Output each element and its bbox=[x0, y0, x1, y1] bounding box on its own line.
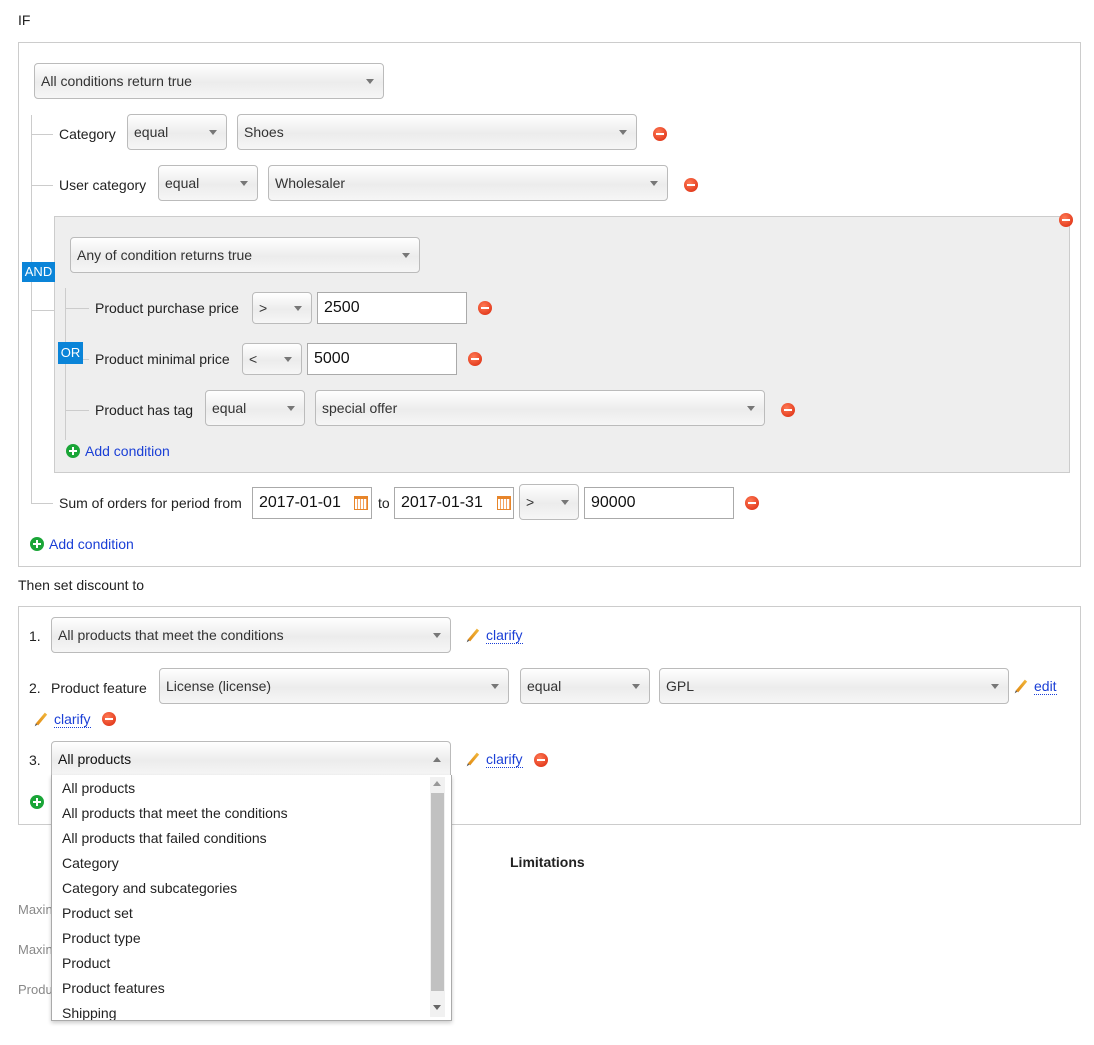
if-label: IF bbox=[18, 12, 31, 28]
or-badge: OR bbox=[58, 342, 83, 364]
add-icon[interactable] bbox=[66, 444, 80, 458]
remove-group-icon[interactable] bbox=[1059, 213, 1073, 227]
user-category-operator-select[interactable]: equal bbox=[158, 165, 258, 201]
feature-value-select[interactable]: GPL bbox=[659, 668, 1009, 704]
option-meet-conditions[interactable]: All products that meet the conditions bbox=[62, 805, 288, 821]
has-tag-label: Product has tag bbox=[95, 402, 194, 418]
tree-branch bbox=[31, 134, 53, 135]
root-mode-select[interactable]: All conditions return true bbox=[34, 63, 384, 99]
option-product[interactable]: Product bbox=[62, 955, 110, 971]
group-tree-line bbox=[65, 288, 66, 440]
add-icon[interactable] bbox=[30, 795, 44, 809]
remove-icon[interactable] bbox=[468, 352, 482, 366]
clarify-link[interactable]: clarify bbox=[54, 711, 91, 728]
scrollbar[interactable] bbox=[430, 777, 445, 1017]
category-value-select[interactable]: Shoes bbox=[237, 114, 637, 150]
clarify-link[interactable]: clarify bbox=[486, 627, 523, 644]
discount-target-select-1[interactable]: All products that meet the conditions bbox=[51, 617, 451, 653]
purchase-price-operator-select[interactable]: > bbox=[252, 292, 312, 324]
date-to-input[interactable]: 2017-01-31 bbox=[394, 487, 514, 519]
category-operator-select[interactable]: equal bbox=[127, 114, 227, 150]
limit-label: Maxin bbox=[18, 902, 53, 917]
row-number: 1. bbox=[29, 628, 41, 644]
limit-label: Maxin bbox=[18, 942, 53, 957]
add-icon[interactable] bbox=[30, 537, 44, 551]
option-product-set[interactable]: Product set bbox=[62, 905, 133, 921]
remove-icon[interactable] bbox=[478, 301, 492, 315]
user-category-value-select[interactable]: Wholesaler bbox=[268, 165, 668, 201]
calendar-icon[interactable] bbox=[354, 496, 368, 510]
option-product-type[interactable]: Product type bbox=[62, 930, 141, 946]
remove-icon[interactable] bbox=[534, 753, 548, 767]
remove-icon[interactable] bbox=[102, 712, 116, 726]
sum-value-input[interactable]: 90000 bbox=[584, 487, 734, 519]
option-category-subcategories[interactable]: Category and subcategories bbox=[62, 880, 237, 896]
limit-label: Produ bbox=[18, 982, 53, 997]
condition-label-user-category: User category bbox=[59, 177, 147, 193]
group-mode-select[interactable]: Any of condition returns true bbox=[70, 237, 420, 273]
option-category[interactable]: Category bbox=[62, 855, 119, 871]
option-all-products[interactable]: All products bbox=[62, 780, 135, 796]
minimal-price-operator-select[interactable]: < bbox=[242, 343, 302, 375]
to-label: to bbox=[378, 495, 390, 511]
edit-link[interactable]: edit bbox=[1034, 678, 1057, 695]
tree-branch bbox=[65, 308, 89, 309]
group-add-condition-link[interactable]: Add condition bbox=[85, 443, 170, 459]
scroll-down-icon[interactable] bbox=[433, 1005, 441, 1010]
and-badge: AND bbox=[22, 262, 55, 282]
scroll-up-icon[interactable] bbox=[433, 781, 441, 786]
dropdown-list: All products All products that meet the … bbox=[51, 775, 452, 1021]
sum-orders-label: Sum of orders for period from bbox=[59, 495, 242, 511]
tree-branch bbox=[31, 503, 53, 504]
condition-label-category: Category bbox=[59, 126, 116, 142]
product-feature-label: Product feature bbox=[51, 680, 147, 696]
remove-icon[interactable] bbox=[684, 178, 698, 192]
row-number: 3. bbox=[29, 752, 41, 768]
tree-branch bbox=[31, 310, 54, 311]
scrollbar-thumb[interactable] bbox=[431, 793, 444, 991]
remove-icon[interactable] bbox=[745, 496, 759, 510]
add-condition-link[interactable]: Add condition bbox=[49, 536, 134, 552]
tree-branch bbox=[65, 410, 89, 411]
clarify-link[interactable]: clarify bbox=[486, 751, 523, 768]
feature-operator-select[interactable]: equal bbox=[520, 668, 650, 704]
tree-branch bbox=[31, 185, 53, 186]
has-tag-value-select[interactable]: special offer bbox=[315, 390, 765, 426]
purchase-price-label: Product purchase price bbox=[95, 300, 239, 316]
tree-line bbox=[31, 115, 32, 503]
purchase-price-input[interactable]: 2500 bbox=[317, 292, 467, 324]
option-product-features[interactable]: Product features bbox=[62, 980, 165, 996]
minimal-price-label: Product minimal price bbox=[95, 351, 230, 367]
remove-icon[interactable] bbox=[781, 403, 795, 417]
feature-select[interactable]: License (license) bbox=[159, 668, 509, 704]
calendar-icon[interactable] bbox=[497, 496, 511, 510]
then-label: Then set discount to bbox=[18, 577, 145, 593]
minimal-price-input[interactable]: 5000 bbox=[307, 343, 457, 375]
discount-target-select-3[interactable]: All products bbox=[51, 741, 451, 777]
row-number: 2. bbox=[29, 680, 41, 696]
remove-icon[interactable] bbox=[653, 127, 667, 141]
has-tag-operator-select[interactable]: equal bbox=[205, 390, 305, 426]
option-shipping[interactable]: Shipping bbox=[62, 1005, 117, 1020]
sum-operator-select[interactable]: > bbox=[519, 484, 579, 520]
limitations-heading: Limitations bbox=[510, 854, 585, 870]
option-failed-conditions[interactable]: All products that failed conditions bbox=[62, 830, 267, 846]
